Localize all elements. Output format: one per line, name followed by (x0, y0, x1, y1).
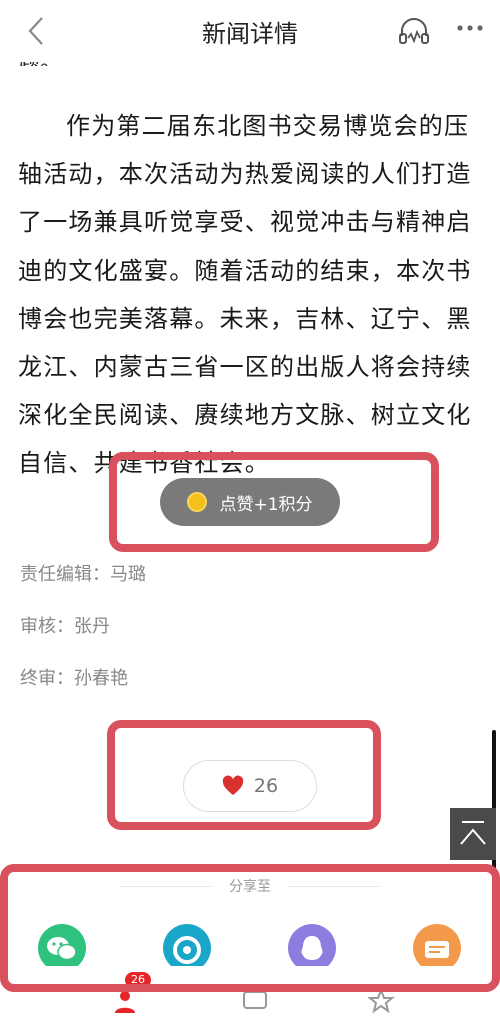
heart-icon (222, 775, 244, 796)
wechat-icon (47, 937, 77, 961)
headphones-icon[interactable] (398, 16, 430, 46)
top-bar: 新闻详情 (0, 0, 500, 62)
coin-icon (187, 492, 208, 512)
card-share-button[interactable] (413, 924, 461, 972)
like-button[interactable]: 26 (183, 760, 317, 812)
article-paragraph: 作为第二届东北图书交易博览会的压轴活动，本次活动为热爱阅读的人们打造了一场兼具听… (18, 112, 472, 478)
like-count: 26 (253, 775, 279, 797)
wechat-share-button[interactable] (38, 924, 86, 972)
comment-icon[interactable] (240, 986, 270, 1016)
article-body: 作为第二届东北图书交易博览会的压轴活动，本次活动为热爱阅读的人们打造了一场兼具听… (18, 102, 486, 488)
moments-icon (173, 936, 201, 964)
share-title: 分享至 (229, 879, 271, 895)
user-icon[interactable] (110, 986, 140, 1016)
editor-credit: 责任编辑：马璐 (20, 564, 146, 585)
reviewer-credit: 审核：张丹 (20, 616, 110, 637)
card-icon (425, 941, 449, 958)
qq-icon (301, 936, 323, 960)
points-toast-label: 点赞+1积分 (219, 494, 313, 515)
back-to-top-button[interactable] (450, 808, 496, 860)
notification-badge: 26 (125, 972, 151, 988)
moments-share-button[interactable] (163, 924, 211, 972)
final-review-credit: 终审：孙春艳 (20, 668, 128, 689)
more-options-icon[interactable] (455, 16, 485, 40)
arrow-up-icon (460, 821, 486, 845)
star-icon[interactable] (366, 986, 396, 1016)
qq-share-button[interactable] (288, 924, 336, 972)
points-toast: 点赞+1积分 (160, 478, 340, 526)
